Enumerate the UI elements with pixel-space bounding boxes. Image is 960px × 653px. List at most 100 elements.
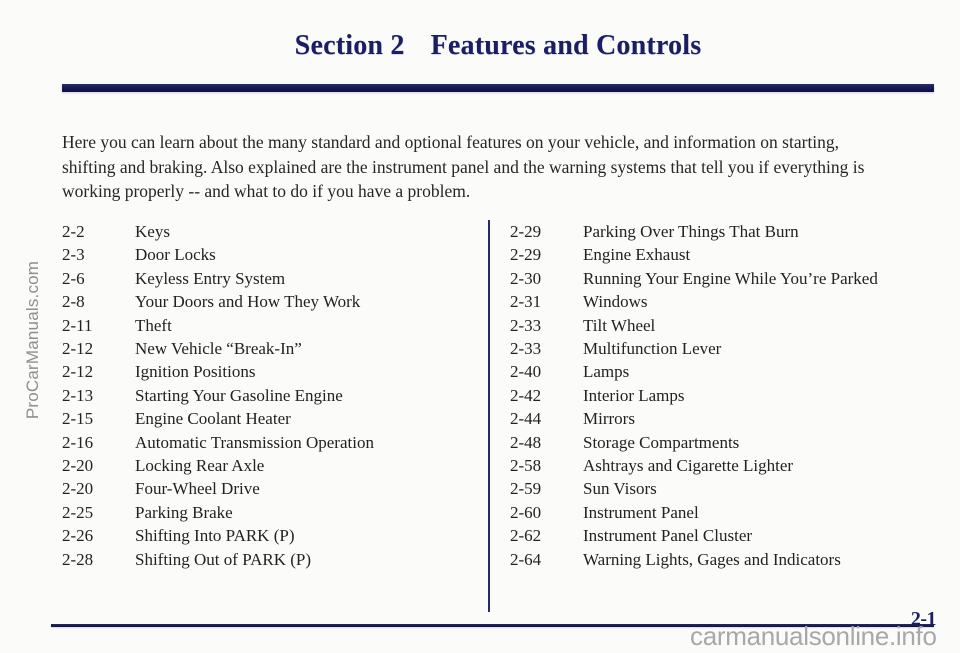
toc-entry-page: 2-29 [510,222,542,241]
header-rule [62,84,934,92]
toc-entry[interactable]: 2-15 Engine Coolant Heater [62,407,472,430]
toc-entry-title: Starting Your Gasoline Engine [135,385,343,405]
toc-entry-page: 2-58 [510,456,542,476]
toc-entry-title: Engine Exhaust [583,245,691,265]
manual-page: Section 2 Features and Controls Here you … [0,0,960,653]
intro-line-1: Here you can learn about the many standa… [62,132,840,152]
intro-paragraph: Here you can learn about the many standa… [62,130,918,204]
toc-entry-title: Instrument Panel Cluster [583,526,753,546]
toc-entry-page: 2-60 [510,502,542,522]
watermark-side: ProCarManuals.com [23,260,42,420]
toc-entry[interactable]: 2-60 Instrument Panel [510,501,940,524]
toc-entry[interactable]: 2-40 Lamps [510,360,940,383]
toc-entry-page: 2-3 [62,245,85,265]
toc-entry-title: Engine Coolant Heater [135,409,291,429]
toc-entry-page: 2-29 [510,245,542,265]
toc-entry-title: Shifting Out of PARK (P) [135,549,312,569]
toc-entry[interactable]: 2-13 Starting Your Gasoline Engine [62,384,472,407]
toc-entry[interactable]: 2-8 Your Doors and How They Work [62,290,472,313]
column-divider [488,220,490,612]
toc-entry-title: Sun Visors [583,479,657,499]
toc-entry[interactable]: 2-33 Multifunction Lever [510,337,940,360]
toc-entry-page: 2-44 [510,409,542,429]
toc-entry[interactable]: 2-64 Warning Lights, Gages and Indicators [510,548,940,571]
toc-entry-page: 2-2 [62,222,85,241]
intro-line-2: shifting and braking. Also explained are… [62,156,865,177]
toc-entry-page: 2-6 [62,268,85,288]
toc-entry-page: 2-30 [510,268,542,288]
toc-column-right: 2-29 Parking Over Things That Burn 2-29 Eng… [510,220,940,571]
toc-entry-title: Lamps [583,362,630,382]
toc-entry-page: 2-12 [62,362,94,382]
toc-entry-page: 2-59 [510,479,542,499]
toc-entry-page: 2-64 [510,549,542,569]
toc-entry-page: 2-16 [62,432,94,452]
toc-entry[interactable]: 2-12 New Vehicle “Break-In” [62,337,472,360]
toc-entry[interactable]: 2-20 Four-Wheel Drive [62,477,472,500]
toc-entry[interactable]: 2-20 Locking Rear Axle [62,454,472,477]
toc-entry[interactable]: 2-11 Theft [62,314,472,337]
toc-entry[interactable]: 2-29 Parking Over Things That Burn [510,220,940,243]
intro-line-3: working properly -- and what to do if yo… [62,181,471,201]
toc-entry-title: Four-Wheel Drive [135,479,260,499]
toc-entry-title: Interior Lamps [583,385,685,405]
toc-entry[interactable]: 2-2 Keys [62,220,472,243]
toc-entry-title: Keys [135,222,170,241]
section-label: Section 2 [294,30,405,61]
toc-entry[interactable]: 2-6 Keyless Entry System [62,267,472,290]
toc-entry[interactable]: 2-16 Automatic Transmission Operation [62,431,472,454]
toc-entry-title: Automatic Transmission Operation [135,432,374,452]
toc-entry-title: Shifting Into PARK (P) [135,526,295,546]
toc-entry-page: 2-12 [62,339,94,359]
toc-entry-title: Storage Compartments [583,432,740,452]
toc-entry-page: 2-48 [510,432,542,452]
toc-entry-title: Running Your Engine While You’re Parked [583,268,878,288]
toc-entry-page: 2-33 [510,315,542,335]
toc-entry-page: 2-11 [62,315,93,335]
toc-entry[interactable]: 2-33 Tilt Wheel [510,314,940,337]
toc-entry-title: Warning Lights, Gages and Indicators [583,549,841,569]
toc-entry-title: Tilt Wheel [583,315,656,335]
toc-entry-page: 2-40 [510,362,542,382]
toc-entry[interactable]: 2-12 Ignition Positions [62,360,472,383]
toc-entry[interactable]: 2-59 Sun Visors [510,477,940,500]
section-title: Features and Controls [430,30,702,61]
page-title: Section 2 Features and Controls [62,30,934,62]
toc-entry-page: 2-28 [62,549,94,569]
toc-entry[interactable]: 2-30 Running Your Engine While You’re Par… [510,267,940,290]
toc-entry-page: 2-20 [62,479,94,499]
toc-entry-page: 2-20 [62,456,94,476]
toc-entry[interactable]: 2-42 Interior Lamps [510,384,940,407]
toc-entry-title: Instrument Panel [583,502,699,522]
toc-entry-title: Ashtrays and Cigarette Lighter [583,456,794,476]
toc-entry-title: Windows [583,292,648,312]
toc-entry-title: Ignition Positions [135,362,256,382]
toc-entry-title: New Vehicle “Break-In” [135,339,302,359]
toc-entry-title: Parking Brake [135,502,233,522]
toc-entry[interactable]: 2-3 Door Locks [62,243,472,266]
toc-entry-title: Multifunction Lever [583,339,722,359]
toc-entry-page: 2-15 [62,409,94,429]
toc-entry-page: 2-62 [510,526,542,546]
toc-entry[interactable]: 2-44 Mirrors [510,407,940,430]
toc-entry-title: Parking Over Things That Burn [583,222,799,241]
toc-entry[interactable]: 2-25 Parking Brake [62,501,472,524]
toc-entry-page: 2-33 [510,339,542,359]
toc-entry[interactable]: 2-31 Windows [510,290,940,313]
toc-entry-page: 2-13 [62,385,94,405]
toc-entry[interactable]: 2-62 Instrument Panel Cluster [510,524,940,547]
toc-entry-title: Mirrors [583,409,635,429]
toc-entry-page: 2-42 [510,385,542,405]
toc-entry-page: 2-8 [62,292,85,312]
toc-entry[interactable]: 2-29 Engine Exhaust [510,243,940,266]
toc-entry-title: Door Locks [135,245,216,265]
toc-entry-page: 2-31 [510,292,542,312]
toc-entry-title: Your Doors and How They Work [135,292,361,312]
toc-entry[interactable]: 2-26 Shifting Into PARK (P) [62,524,472,547]
toc-entry[interactable]: 2-48 Storage Compartments [510,431,940,454]
toc-entry[interactable]: 2-28 Shifting Out of PARK (P) [62,548,472,571]
watermark-bottom: carmanualsonline.info [690,621,937,651]
toc-entry-page: 2-25 [62,502,94,522]
toc-column-left: 2-2 Keys 2-3 Door Locks 2-6 Keyless Entry Sys… [62,220,472,571]
toc-entry[interactable]: 2-58 Ashtrays and Cigarette Lighter [510,454,940,477]
